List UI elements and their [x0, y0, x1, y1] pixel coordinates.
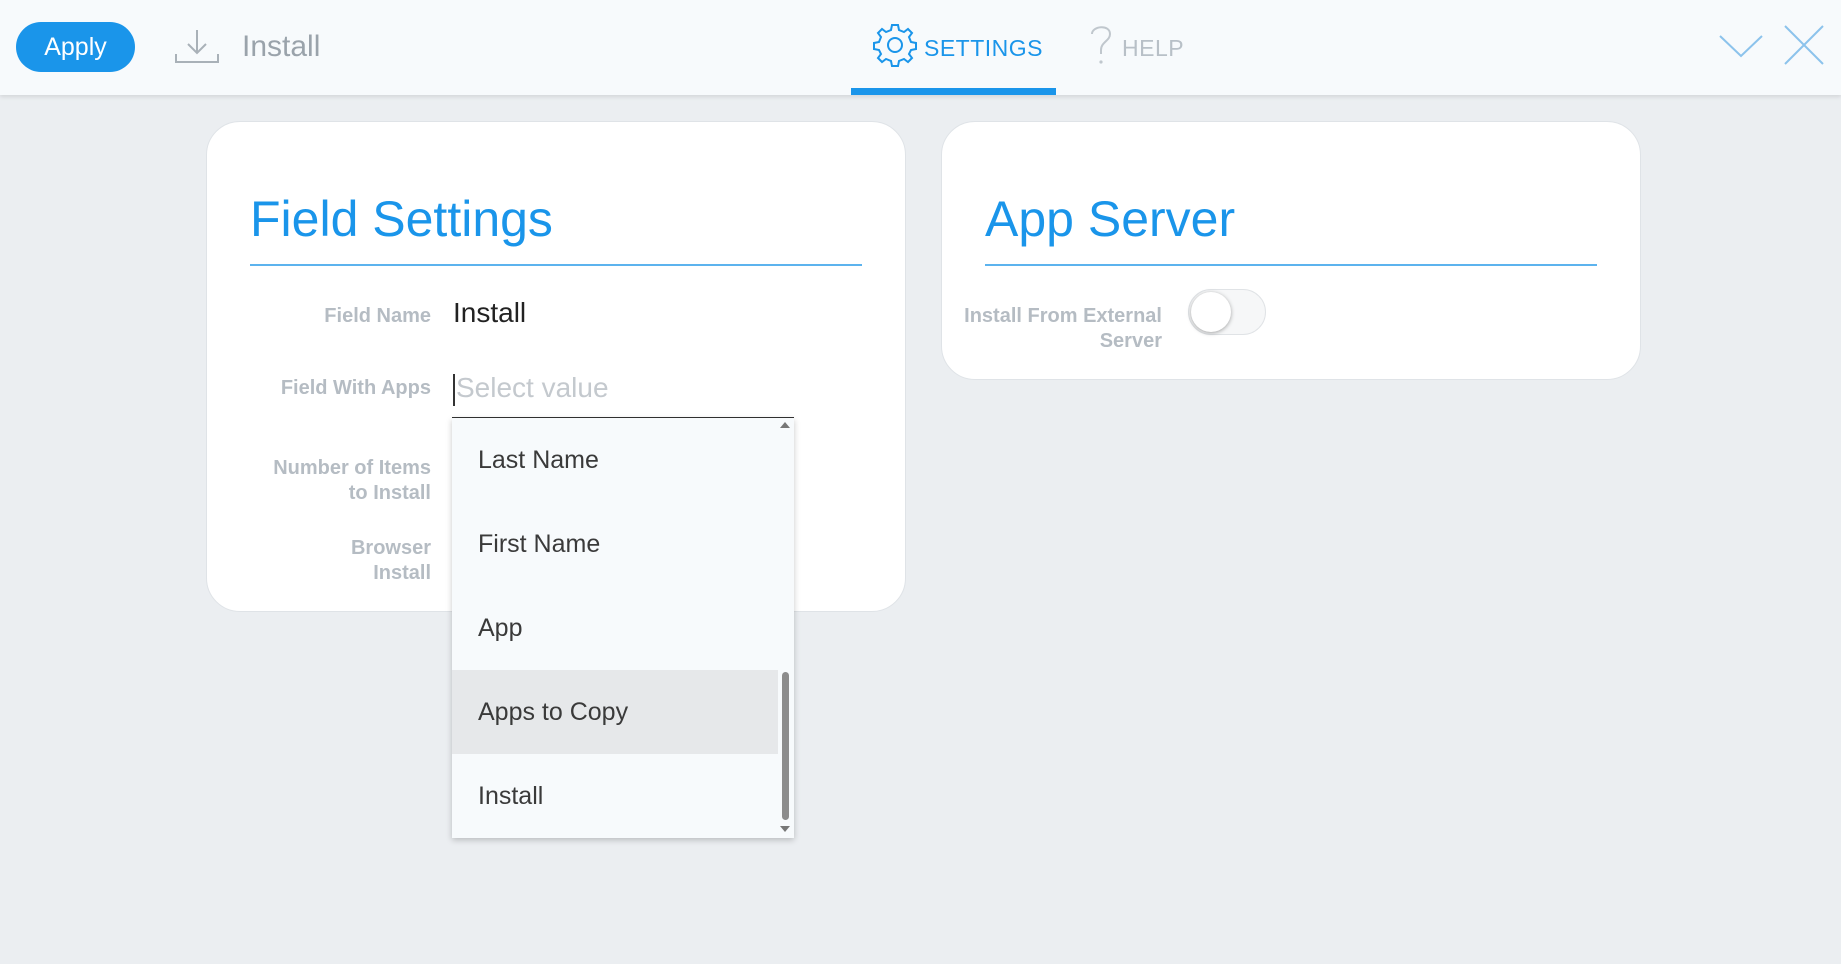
field-settings-title: Field Settings: [250, 180, 862, 266]
dropdown-option[interactable]: App: [452, 586, 778, 670]
dropdown-option[interactable]: Last Name: [452, 418, 778, 502]
install-external-label: Install From External Server: [964, 305, 1162, 352]
install-external-toggle[interactable]: [1188, 289, 1266, 335]
field-with-apps-dropdown: Last Name First Name App Apps to Copy In…: [452, 418, 794, 838]
apply-button[interactable]: Apply: [16, 22, 135, 72]
tab-settings-label: SETTINGS: [924, 34, 1044, 61]
select-placeholder: Select value: [456, 372, 609, 403]
app-server-title: App Server: [985, 180, 1597, 266]
minimize-button[interactable]: [1716, 22, 1766, 72]
close-button[interactable]: [1779, 22, 1829, 72]
dropdown-option[interactable]: First Name: [452, 502, 778, 586]
app-server-card: App Server Install From External Server: [941, 121, 1641, 380]
scroll-down-arrow[interactable]: [780, 826, 790, 832]
dropdown-option[interactable]: Install: [452, 754, 778, 838]
number-items-label: Number of Items to Install: [273, 457, 431, 504]
toggle-knob: [1191, 292, 1231, 332]
install-action-label: Install: [242, 30, 321, 63]
field-name-label: Field Name: [324, 305, 431, 327]
gear-icon: [872, 22, 918, 74]
tab-help[interactable]: HELP: [1086, 20, 1184, 76]
browser-install-label: Browser Install: [350, 537, 431, 584]
dropdown-option-highlighted[interactable]: Apps to Copy: [452, 670, 778, 754]
text-caret: [453, 374, 455, 406]
download-icon: [174, 28, 220, 66]
field-name-value: Install: [453, 297, 527, 328]
top-toolbar: Apply Install SETTINGS HELP: [0, 0, 1841, 95]
scroll-up-arrow[interactable]: [780, 422, 790, 428]
question-icon: [1086, 22, 1116, 74]
close-icon: [1783, 24, 1825, 71]
chevron-down-icon: [1718, 30, 1764, 65]
tab-settings[interactable]: SETTINGS: [872, 20, 1043, 76]
field-with-apps-label: Field With Apps: [280, 377, 431, 399]
tab-help-label: HELP: [1122, 34, 1185, 61]
install-action[interactable]: Install: [174, 24, 320, 70]
field-with-apps-select[interactable]: Select value: [452, 362, 794, 418]
dropdown-scrollbar-thumb[interactable]: [782, 672, 789, 820]
active-tab-indicator: [851, 88, 1056, 95]
